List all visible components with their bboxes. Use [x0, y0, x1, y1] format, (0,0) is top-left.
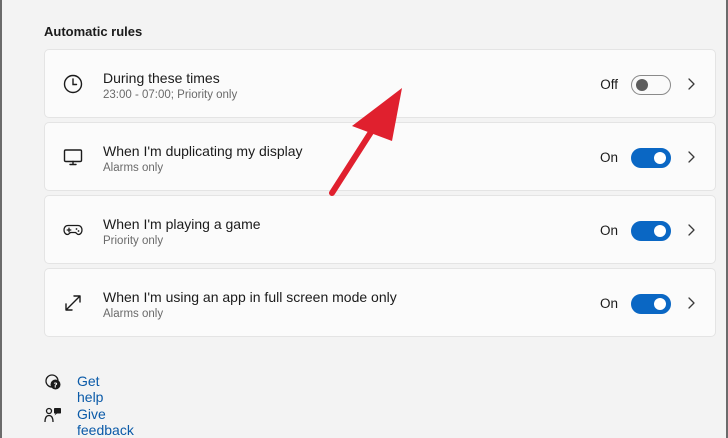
monitor-icon	[63, 149, 83, 166]
fullscreen-icon	[65, 295, 81, 311]
rule-title: When I'm using an app in full screen mod…	[103, 289, 397, 305]
rule-title: When I'm playing a game	[103, 216, 261, 232]
feedback-icon	[44, 407, 61, 423]
svg-text:?: ?	[53, 381, 57, 389]
rule-subtitle: Priority only	[103, 235, 164, 247]
rule-title: When I'm duplicating my display	[103, 143, 303, 159]
toggle-state-label: On	[599, 296, 618, 311]
rule-full-screen-app[interactable]: When I'm using an app in full screen mod…	[44, 268, 716, 337]
toggle-knob	[654, 298, 666, 310]
rule-subtitle: Alarms only	[103, 308, 164, 320]
clock-icon	[63, 74, 83, 94]
rule-subtitle: 23:00 - 07:00; Priority only	[103, 89, 238, 101]
full-screen-app-toggle[interactable]	[631, 294, 671, 314]
rule-duplicating-display[interactable]: When I'm duplicating my display Alarms o…	[44, 122, 716, 191]
chevron-right-icon[interactable]	[685, 223, 697, 237]
chevron-right-icon[interactable]	[685, 296, 697, 310]
toggle-knob	[654, 152, 666, 164]
toggle-knob	[636, 79, 648, 91]
toggle-knob	[654, 225, 666, 237]
toggle-state-label: Off	[600, 77, 618, 92]
duplicating-display-toggle[interactable]	[631, 148, 671, 168]
section-title: Automatic rules	[44, 24, 143, 39]
rule-title: During these times	[103, 70, 220, 86]
during-these-times-toggle[interactable]	[631, 75, 671, 95]
chevron-right-icon[interactable]	[685, 150, 697, 164]
gamepad-icon	[63, 224, 83, 236]
chevron-right-icon[interactable]	[685, 77, 697, 91]
get-help-link[interactable]: Get help	[77, 373, 103, 405]
automatic-rules-list: During these times 23:00 - 07:00; Priori…	[44, 49, 716, 341]
help-chat-icon: ?	[45, 374, 61, 390]
rule-subtitle: Alarms only	[103, 162, 164, 174]
playing-game-toggle[interactable]	[631, 221, 671, 241]
give-feedback-link[interactable]: Give feedback	[77, 406, 134, 438]
rule-during-these-times[interactable]: During these times 23:00 - 07:00; Priori…	[44, 49, 716, 118]
toggle-state-label: On	[599, 223, 618, 238]
toggle-state-label: On	[599, 150, 618, 165]
rule-playing-game[interactable]: When I'm playing a game Priority only On	[44, 195, 716, 264]
